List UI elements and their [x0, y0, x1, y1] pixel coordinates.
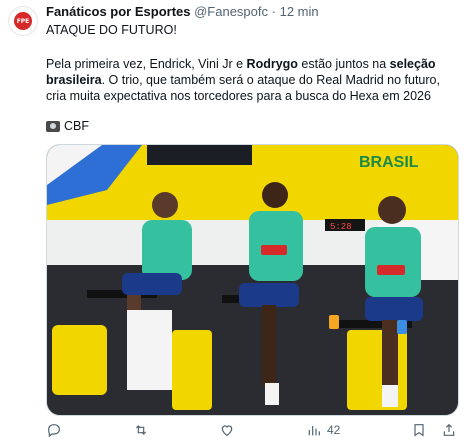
- views-icon: [308, 426, 320, 436]
- body-text-3: . O trio, que também será o ataque do Re…: [46, 73, 440, 103]
- like-icon: [222, 425, 233, 437]
- avatar-logo: FPE: [14, 12, 32, 30]
- tweet-body: Pela primeira vez, Endrick, Vini Jr e Ro…: [46, 56, 456, 104]
- tweet-header: Fanáticos por Esportes @Fanespofc · 12 m…: [46, 4, 319, 19]
- photo-credit: CBF: [46, 118, 456, 134]
- tweet-headline: ATAQUE DO FUTURO!: [46, 23, 177, 37]
- reply-icon: [48, 424, 60, 438]
- credit-label: CBF: [64, 119, 89, 133]
- retweet-button[interactable]: [133, 422, 149, 438]
- body-text-1: Pela primeira vez, Endrick, Vini Jr e: [46, 57, 247, 71]
- tweet-actions: 42: [46, 420, 457, 440]
- views-button[interactable]: 42: [306, 422, 340, 438]
- tweet-photo[interactable]: BRASIL 5:28: [46, 144, 459, 416]
- wall-brasil-text: BRASIL: [359, 154, 419, 171]
- camera-icon: [46, 120, 60, 132]
- reply-button[interactable]: [46, 422, 62, 438]
- tweet-timestamp[interactable]: 12 min: [280, 4, 319, 19]
- right-actions: [411, 422, 457, 438]
- body-bold-1: Rodrygo: [246, 57, 298, 71]
- author-handle[interactable]: @Fanespofc: [194, 4, 268, 19]
- body-text-2: estão juntos na: [297, 57, 390, 71]
- author-name[interactable]: Fanáticos por Esportes: [46, 4, 190, 19]
- like-button[interactable]: [219, 422, 235, 438]
- header-separator: ·: [271, 4, 276, 19]
- retweet-icon: [135, 425, 146, 435]
- bookmark-icon[interactable]: [411, 422, 427, 438]
- views-count: 42: [326, 423, 341, 437]
- avatar[interactable]: FPE: [8, 6, 38, 36]
- scoreboard-text: 5:28: [330, 222, 352, 232]
- photo-illustration: BRASIL 5:28: [47, 145, 458, 415]
- share-icon[interactable]: [441, 422, 457, 438]
